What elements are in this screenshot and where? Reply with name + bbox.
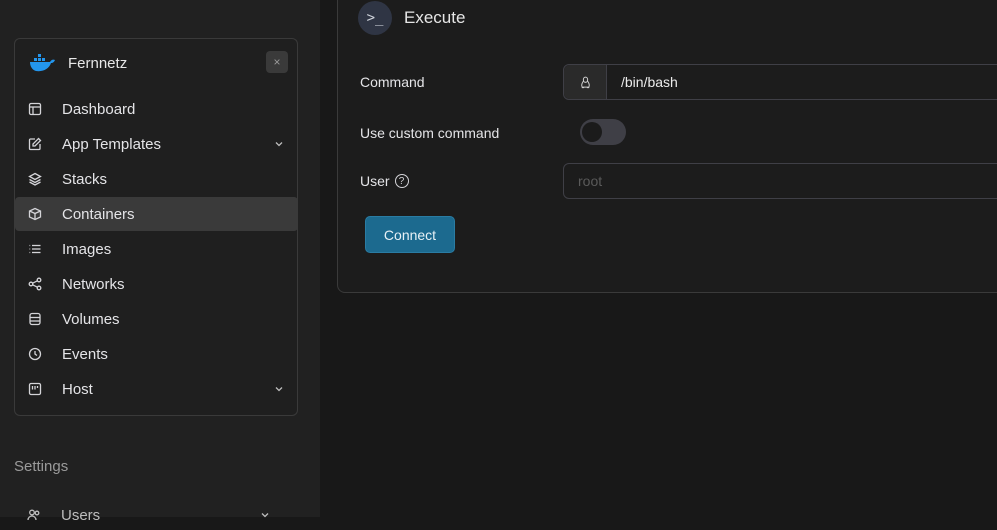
environment-header: Fernnetz ×	[15, 39, 297, 87]
user-label: User	[360, 173, 390, 189]
sidebar: Fernnetz × Dashboard App Templates Stack…	[0, 0, 320, 524]
edit-icon	[28, 137, 42, 151]
custom-command-toggle[interactable]	[580, 119, 626, 145]
database-icon	[28, 312, 42, 326]
sidebar-item-events[interactable]: Events	[15, 337, 298, 371]
box-icon	[28, 207, 42, 221]
settings-section-label: Settings	[14, 458, 69, 475]
layers-icon	[28, 172, 42, 186]
linux-icon	[564, 65, 607, 99]
sidebar-item-volumes[interactable]: Volumes	[15, 302, 298, 336]
users-icon	[27, 508, 41, 522]
sidebar-item-dashboard[interactable]: Dashboard	[15, 92, 298, 126]
execute-panel: >_ Execute Command /bin/bash Use custom …	[337, 0, 997, 293]
command-label: Command	[360, 74, 425, 90]
sidebar-item-label: Stacks	[62, 170, 108, 188]
close-environment-button[interactable]: ×	[266, 51, 288, 73]
sidebar-item-images[interactable]: Images	[15, 232, 298, 266]
panel-header: >_ Execute	[358, 1, 465, 35]
server-icon	[28, 382, 42, 396]
sidebar-item-label: Users	[61, 506, 101, 524]
sidebar-item-networks[interactable]: Networks	[15, 267, 298, 301]
terminal-icon: >_	[358, 1, 392, 35]
list-icon	[28, 242, 42, 256]
sidebar-item-label: App Templates	[62, 135, 161, 153]
chevron-down-icon	[275, 387, 283, 392]
sidebar-item-label: Networks	[62, 275, 125, 293]
clock-icon	[28, 347, 42, 361]
panel-title: Execute	[404, 8, 466, 27]
share-icon	[28, 277, 42, 291]
sidebar-item-app-templates[interactable]: App Templates	[15, 127, 298, 161]
sidebar-item-label: Events	[62, 345, 108, 363]
command-select[interactable]: /bin/bash	[563, 64, 997, 100]
sidebar-item-label: Dashboard	[62, 100, 136, 118]
environment-panel: Fernnetz × Dashboard App Templates Stack…	[14, 38, 298, 416]
sidebar-item-label: Images	[62, 240, 112, 258]
user-input[interactable]	[563, 163, 997, 199]
layout-icon	[28, 102, 42, 116]
main-content: >_ Execute Command /bin/bash Use custom …	[320, 0, 997, 517]
help-icon[interactable]: ?	[394, 174, 409, 188]
docker-logo-icon	[28, 53, 56, 73]
sidebar-item-host[interactable]: Host	[15, 372, 298, 406]
sidebar-item-containers[interactable]: Containers	[15, 197, 298, 231]
user-label-row: User ?	[360, 173, 409, 189]
sidebar-item-stacks[interactable]: Stacks	[15, 162, 298, 196]
connect-button[interactable]: Connect	[365, 216, 455, 253]
sidebar-item-label: Host	[62, 380, 93, 398]
environment-name: Fernnetz	[68, 54, 128, 72]
sidebar-item-label: Volumes	[62, 310, 120, 328]
sidebar-item-users[interactable]: Users	[14, 500, 298, 530]
command-value: /bin/bash	[621, 74, 678, 90]
toggle-knob	[582, 122, 602, 142]
sidebar-item-label: Containers	[62, 205, 135, 223]
custom-command-label: Use custom command	[360, 125, 500, 141]
chevron-down-icon	[261, 513, 269, 518]
chevron-down-icon	[275, 142, 283, 147]
